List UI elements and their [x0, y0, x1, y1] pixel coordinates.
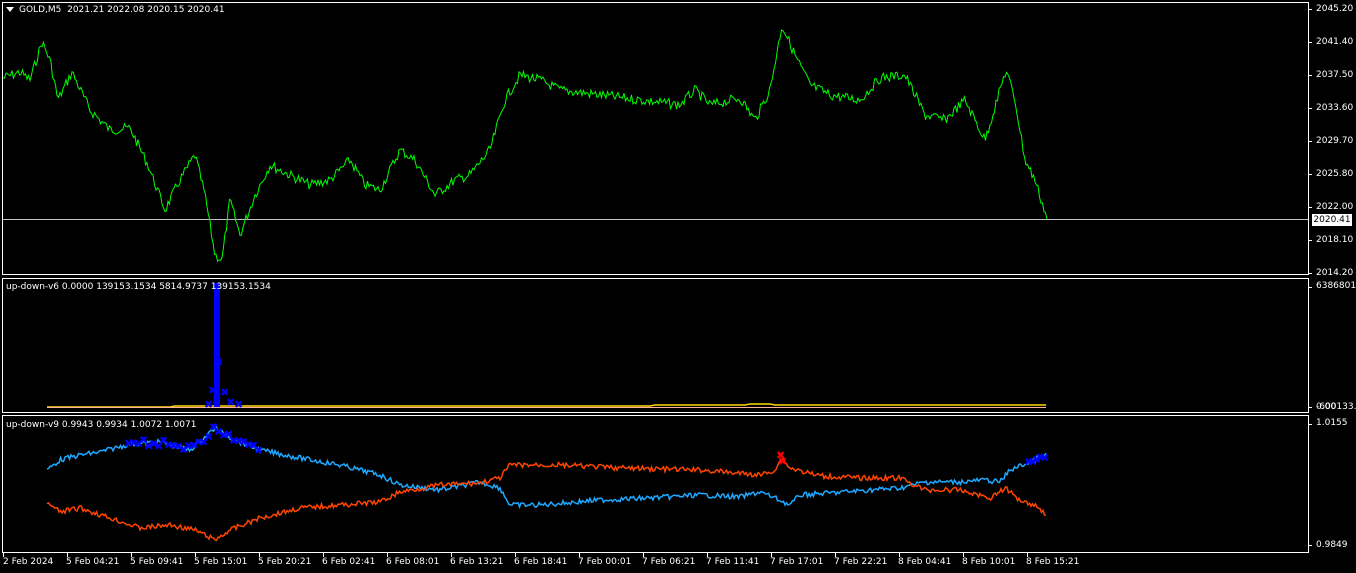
- v9-up-marker: ✖: [1040, 451, 1049, 464]
- time-tick: 8 Feb 10:01: [962, 557, 1016, 567]
- v9-indicator-title[interactable]: up-down-v9 0.9943 0.9934 1.0072 1.0071: [6, 420, 196, 430]
- ohlc-values: 2021.21 2022.08 2020.15 2020.41: [67, 5, 225, 15]
- time-tick: 8 Feb 04:41: [898, 557, 952, 567]
- v6-marker: ✖: [214, 356, 223, 369]
- v9-down-line: [46, 457, 1047, 542]
- price-line: [2, 29, 1048, 262]
- v6-panel-frame: [2, 278, 1309, 413]
- price-tick: 2037.50: [1316, 70, 1354, 80]
- v6-marker: ✖: [212, 394, 221, 407]
- main-panel-frame: [2, 2, 1309, 275]
- price-tick: 2018.10: [1316, 235, 1354, 245]
- v9-y-top: 1.0155: [1316, 418, 1348, 428]
- v6-y-zero: 0.00: [1316, 402, 1337, 412]
- price-tick: 2022.00: [1316, 202, 1354, 212]
- time-tick: 7 Feb 22:21: [834, 557, 888, 567]
- time-tick: 6 Feb 02:41: [322, 557, 376, 567]
- v9-down-marker: ✖: [778, 455, 787, 468]
- current-price-label: 2020.41: [1312, 214, 1352, 226]
- price-tick: 2014.20: [1316, 268, 1354, 278]
- time-tick: 6 Feb 13:21: [450, 557, 504, 567]
- v6-indicator-title[interactable]: up-down-v6 0.0000 139153.1534 5814.9737 …: [6, 282, 271, 292]
- v6-marker: ✖: [234, 398, 243, 411]
- time-tick: 8 Feb 15:21: [1026, 557, 1080, 567]
- price-tick: 2033.60: [1316, 103, 1354, 113]
- price-tick: 2045.20: [1316, 4, 1354, 14]
- symbol-label: GOLD,M5: [19, 5, 62, 15]
- v9-y-bottom: 0.9849: [1316, 540, 1348, 550]
- time-tick: 5 Feb 04:21: [66, 557, 120, 567]
- dropdown-triangle-icon[interactable]: [6, 7, 14, 12]
- time-tick: 5 Feb 09:41: [130, 557, 184, 567]
- price-tick: 2025.80: [1316, 169, 1354, 179]
- price-tick: 2029.70: [1316, 136, 1354, 146]
- v9-up-marker: ✖: [254, 444, 263, 457]
- time-tick: 2 Feb 2024: [3, 557, 54, 567]
- v6-y-top: 6386801.2: [1316, 281, 1356, 291]
- time-tick: 6 Feb 08:01: [386, 557, 440, 567]
- v6-marker: ✖: [204, 398, 213, 411]
- v6-signal-line: [47, 403, 1046, 408]
- time-tick: 6 Feb 18:41: [514, 557, 568, 567]
- time-tick: 7 Feb 11:41: [706, 557, 760, 567]
- main-chart-header[interactable]: GOLD,M5 2021.21 2022.08 2020.15 2020.41: [6, 5, 225, 15]
- time-tick: 5 Feb 15:01: [194, 557, 248, 567]
- time-tick: 7 Feb 17:01: [770, 557, 824, 567]
- time-tick: 7 Feb 00:01: [578, 557, 632, 567]
- time-tick: 5 Feb 20:21: [258, 557, 312, 567]
- time-tick: 7 Feb 06:21: [642, 557, 696, 567]
- price-tick: 2041.40: [1316, 37, 1354, 47]
